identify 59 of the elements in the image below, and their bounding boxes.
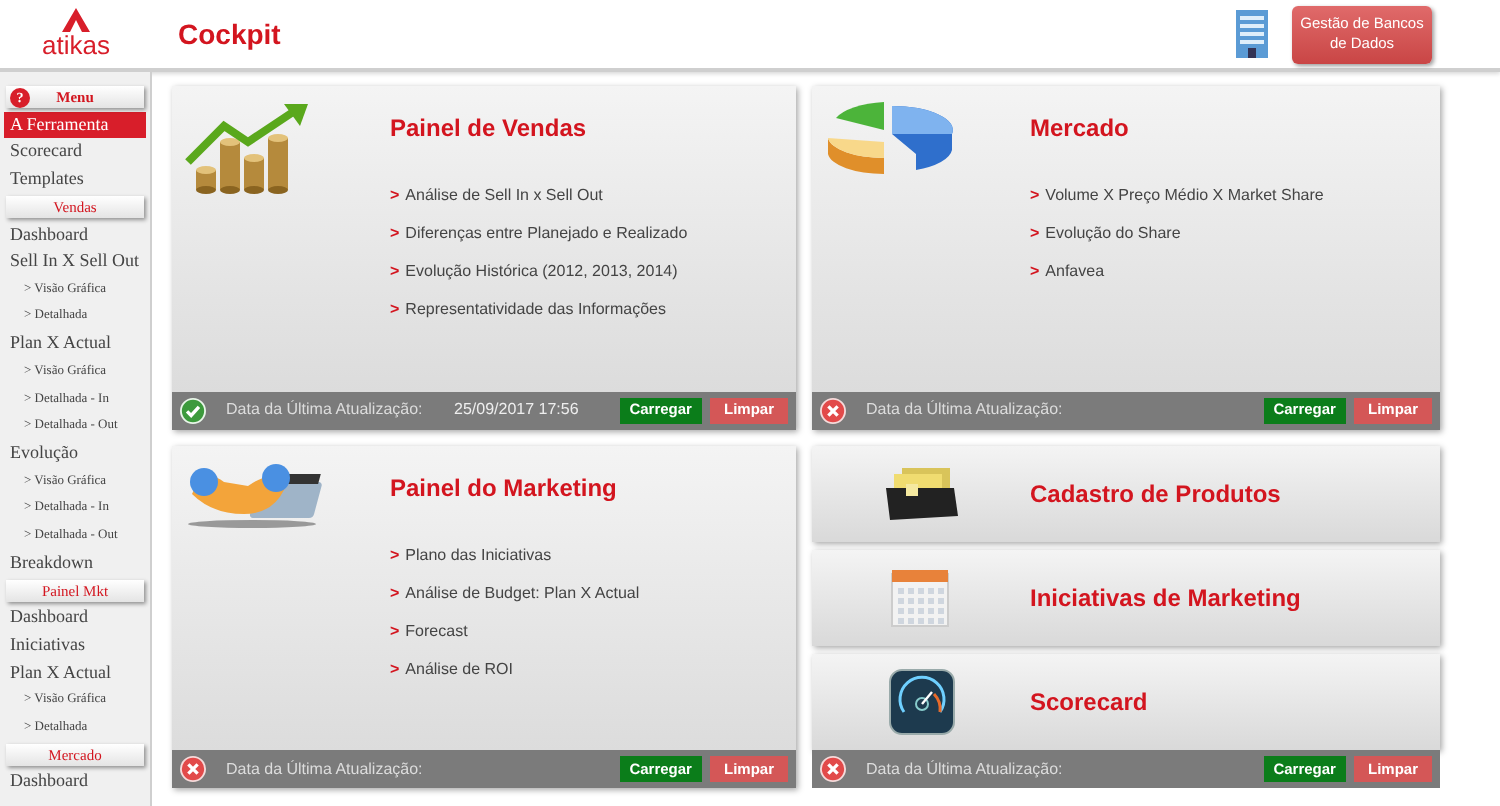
bullet-icon: >	[1030, 260, 1040, 284]
sidebar-item[interactable]: Evolução	[0, 439, 150, 468]
sidebar-item[interactable]: Dashboard	[0, 768, 150, 796]
sidebar-item[interactable]: Plan X Actual	[0, 658, 150, 687]
bullet-icon: >	[1030, 184, 1040, 208]
card-file-box-icon	[881, 463, 961, 524]
bullet-icon: >	[390, 619, 400, 643]
panel-link[interactable]: Evolução Histórica (2012, 2013, 2014)	[405, 260, 678, 284]
bullet-icon: >	[390, 543, 400, 567]
calendar-icon	[887, 565, 955, 630]
tile-title: Cadastro de Produtos	[1030, 477, 1281, 512]
panel-title: Painel de Vendas	[390, 112, 589, 146]
building-icon	[1234, 8, 1270, 60]
panel-link[interactable]: Diferenças entre Planejado e Realizado	[405, 222, 688, 246]
sidebar-item[interactable]: Iniciativas	[0, 631, 150, 659]
sidebar-item[interactable]: Dashboard	[0, 220, 150, 249]
panel-link[interactable]: Forecast	[405, 619, 468, 643]
panel-title: Mercado	[1030, 112, 1131, 146]
sidebar-item[interactable]: Breakdown	[0, 549, 150, 577]
update-label: Data da Última Atualização:	[866, 757, 1065, 782]
update-label: Data da Última Atualização:	[226, 398, 425, 422]
error-icon	[820, 397, 846, 423]
tile-title: Scorecard	[1030, 685, 1148, 720]
panel-link[interactable]: Evolução do Share	[1045, 222, 1181, 246]
check-icon	[180, 397, 206, 423]
bullet-icon: >	[390, 581, 400, 605]
panel-link[interactable]: Análise de ROI	[405, 657, 513, 681]
sidebar-item[interactable]: A Ferramenta	[4, 111, 146, 139]
speedometer-icon	[887, 667, 955, 736]
page-title: Cockpit	[178, 15, 281, 54]
bullet-icon: >	[390, 184, 400, 208]
sidebar-item[interactable]: Plan X Actual	[0, 330, 150, 358]
bullet-icon: >	[1030, 222, 1040, 246]
panel-title: Painel do Marketing	[390, 471, 619, 505]
sidebar-item[interactable]: Sell In X Sell Out	[0, 248, 150, 276]
update-label: Data da Última Atualização:	[866, 398, 1065, 422]
sidebar-item[interactable]: Templates	[0, 166, 150, 194]
bullet-icon: >	[390, 222, 400, 246]
error-icon	[820, 756, 846, 783]
bullet-icon: >	[390, 298, 400, 322]
shortcut-tile[interactable]: Iniciativas de Marketing	[812, 549, 1440, 646]
panel-link[interactable]: Análise de Budget: Plan X Actual	[405, 581, 640, 605]
panel-link[interactable]: Plano das Iniciativas	[405, 543, 552, 567]
logo-text: atikas	[42, 32, 110, 60]
update-label: Data da Última Atualização:	[226, 757, 425, 781]
bullet-icon: >	[390, 260, 400, 284]
error-icon	[180, 756, 206, 782]
shortcut-tile[interactable]: Cadastro de Produtos	[812, 445, 1440, 542]
shortcut-tile[interactable]: Scorecard	[812, 653, 1440, 751]
panel-link[interactable]: Volume X Preço Médio X Market Share	[1045, 184, 1324, 208]
update-date: 25/09/2017 17:56	[454, 398, 579, 422]
panel-link[interactable]: Análise de Sell In x Sell Out	[405, 184, 603, 208]
panel-link[interactable]: Representatividade das Informações	[405, 298, 666, 322]
tile-title: Iniciativas de Marketing	[1030, 581, 1301, 616]
sidebar-item[interactable]: Dashboard	[0, 604, 150, 632]
panel-link[interactable]: Anfavea	[1045, 260, 1105, 284]
logo-icon	[62, 8, 90, 32]
bullet-icon: >	[390, 657, 400, 681]
sidebar-item[interactable]: Scorecard	[0, 138, 150, 167]
